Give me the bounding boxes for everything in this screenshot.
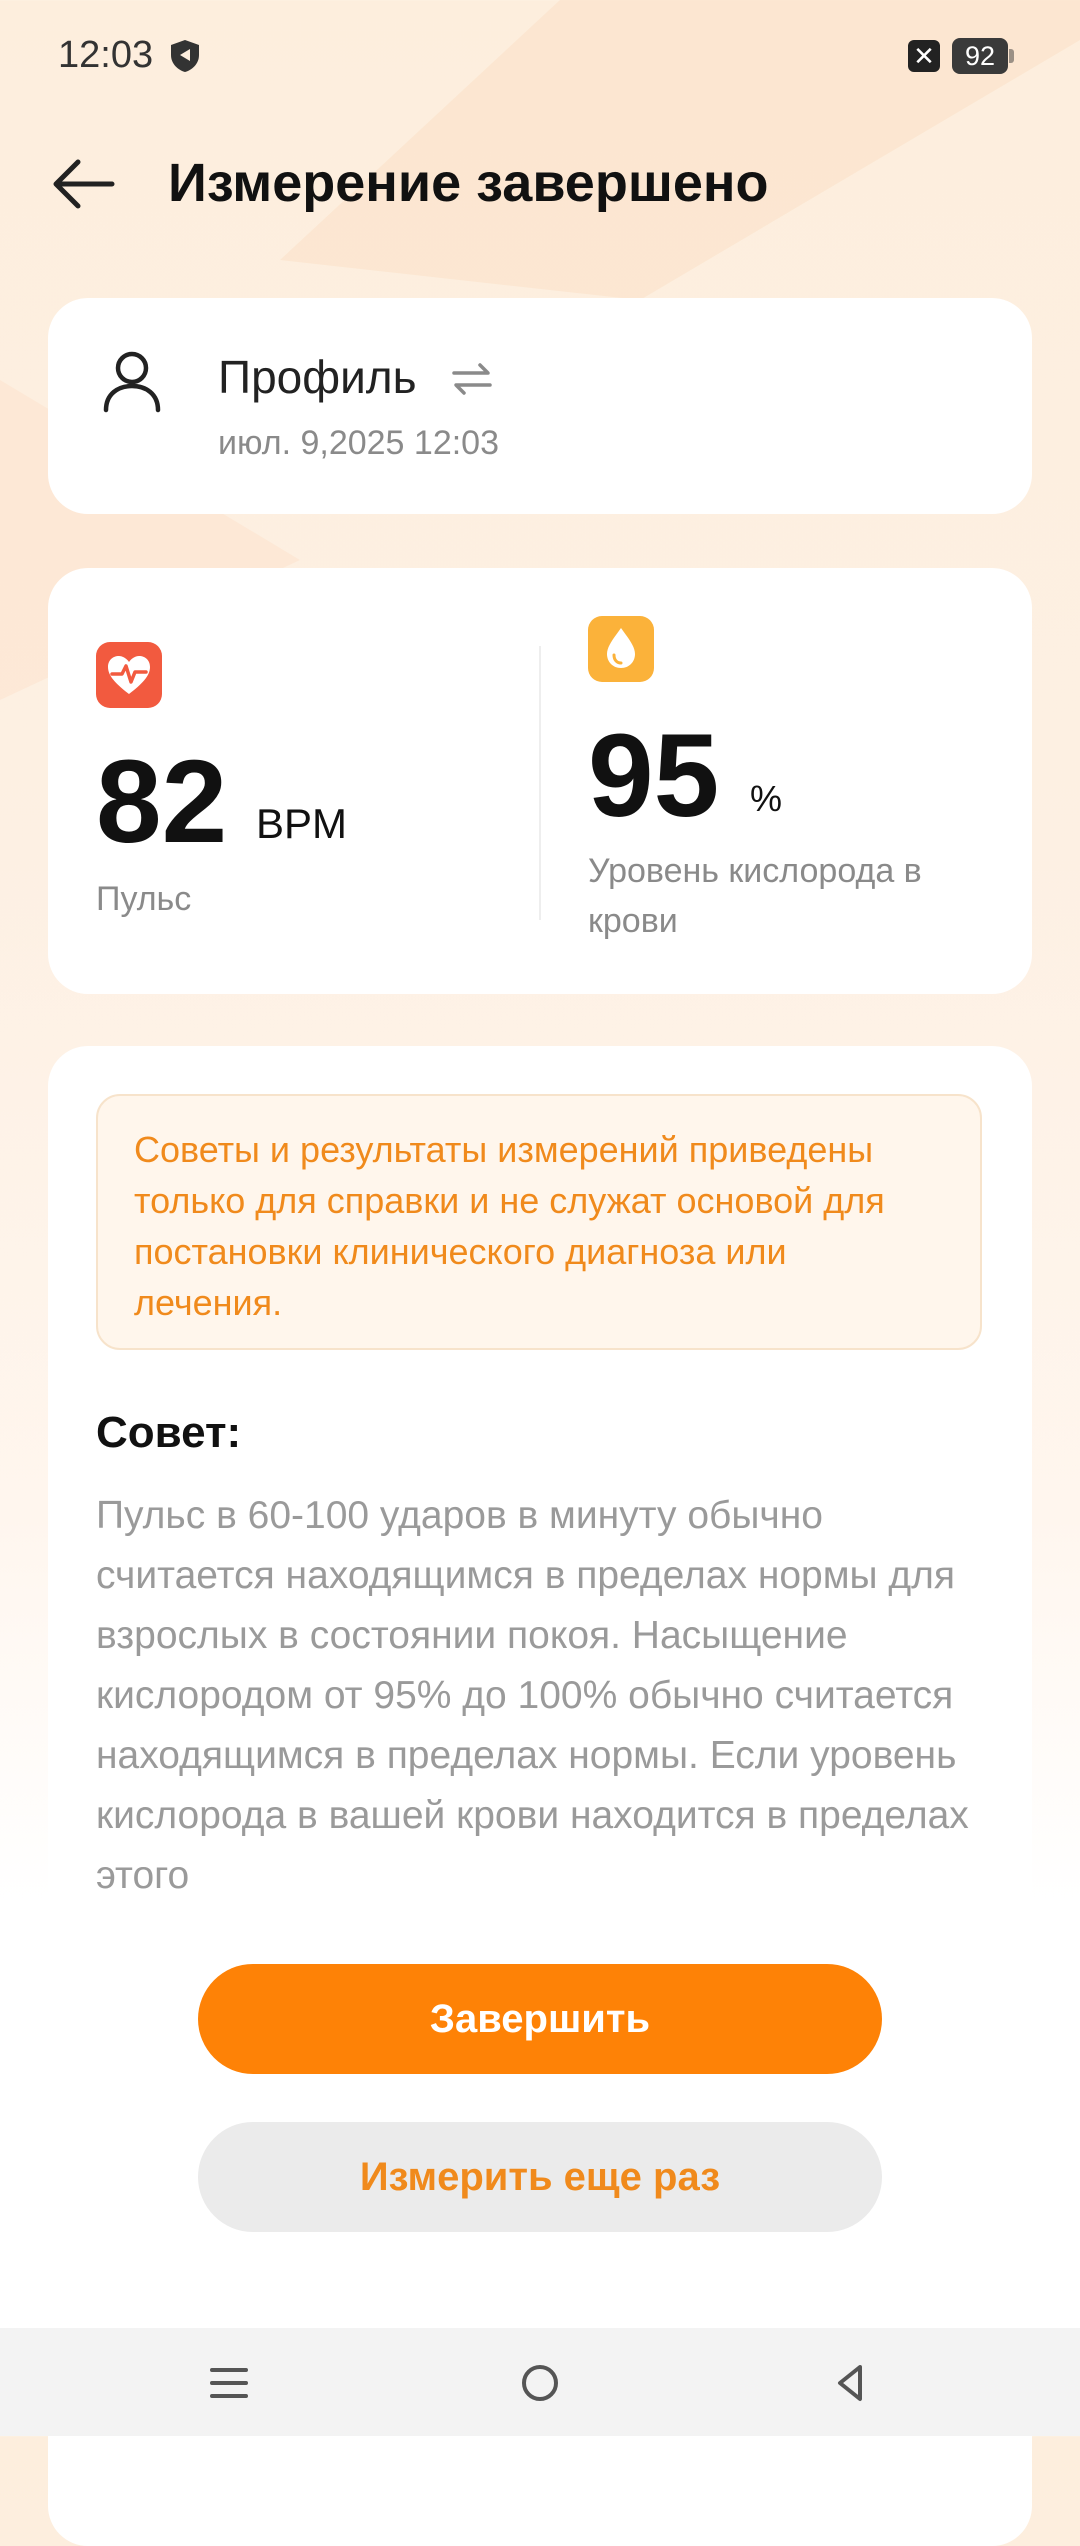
profile-name: Профиль [218, 351, 417, 403]
swap-icon[interactable] [450, 362, 494, 396]
shield-icon [171, 40, 199, 72]
disclaimer-text: Советы и результаты измерений приведены … [134, 1129, 885, 1323]
pulse-value: 82 [96, 736, 228, 868]
heart-pulse-icon [96, 642, 162, 708]
water-drop-icon [588, 616, 654, 682]
status-time: 12:03 [58, 34, 154, 76]
profile-card[interactable]: Профиль июл. 9,2025 12:03 [48, 298, 1032, 514]
back-arrow-icon[interactable] [44, 148, 124, 220]
system-nav-bar [0, 2328, 1080, 2436]
metrics-card: 82 BPM Пульс 95 % Уровень кислорода в кр… [48, 568, 1032, 994]
menu-icon[interactable] [204, 2358, 254, 2408]
battery-icon: 92 [952, 38, 1014, 74]
pulse-label: Пульс [96, 880, 192, 918]
battery-level: 92 [952, 38, 1008, 74]
finish-button[interactable]: Завершить [198, 1964, 882, 2074]
oxygen-label: Уровень кислорода в крови [588, 852, 922, 940]
advice-heading: Совет: [96, 1408, 242, 1457]
person-icon [103, 351, 161, 413]
advice-body: Пульс в 60-100 ударов в минуту обычно сч… [96, 1494, 969, 1897]
metrics-divider [539, 646, 541, 920]
oxygen-unit: % [750, 778, 783, 819]
page-title: Измерение завершено [168, 153, 769, 213]
disclaimer-box: Советы и результаты измерений приведены … [96, 1094, 982, 1350]
home-icon[interactable] [515, 2358, 565, 2408]
measurement-datetime: июл. 9,2025 12:03 [218, 424, 499, 462]
back-triangle-icon[interactable] [826, 2358, 876, 2408]
status-bar: 12:03 ✕ 92 [0, 0, 1080, 110]
pulse-unit: BPM [256, 800, 348, 847]
oxygen-value: 95 [588, 710, 720, 842]
measure-again-button[interactable]: Измерить еще раз [198, 2122, 882, 2232]
no-sim-icon: ✕ [908, 40, 940, 72]
